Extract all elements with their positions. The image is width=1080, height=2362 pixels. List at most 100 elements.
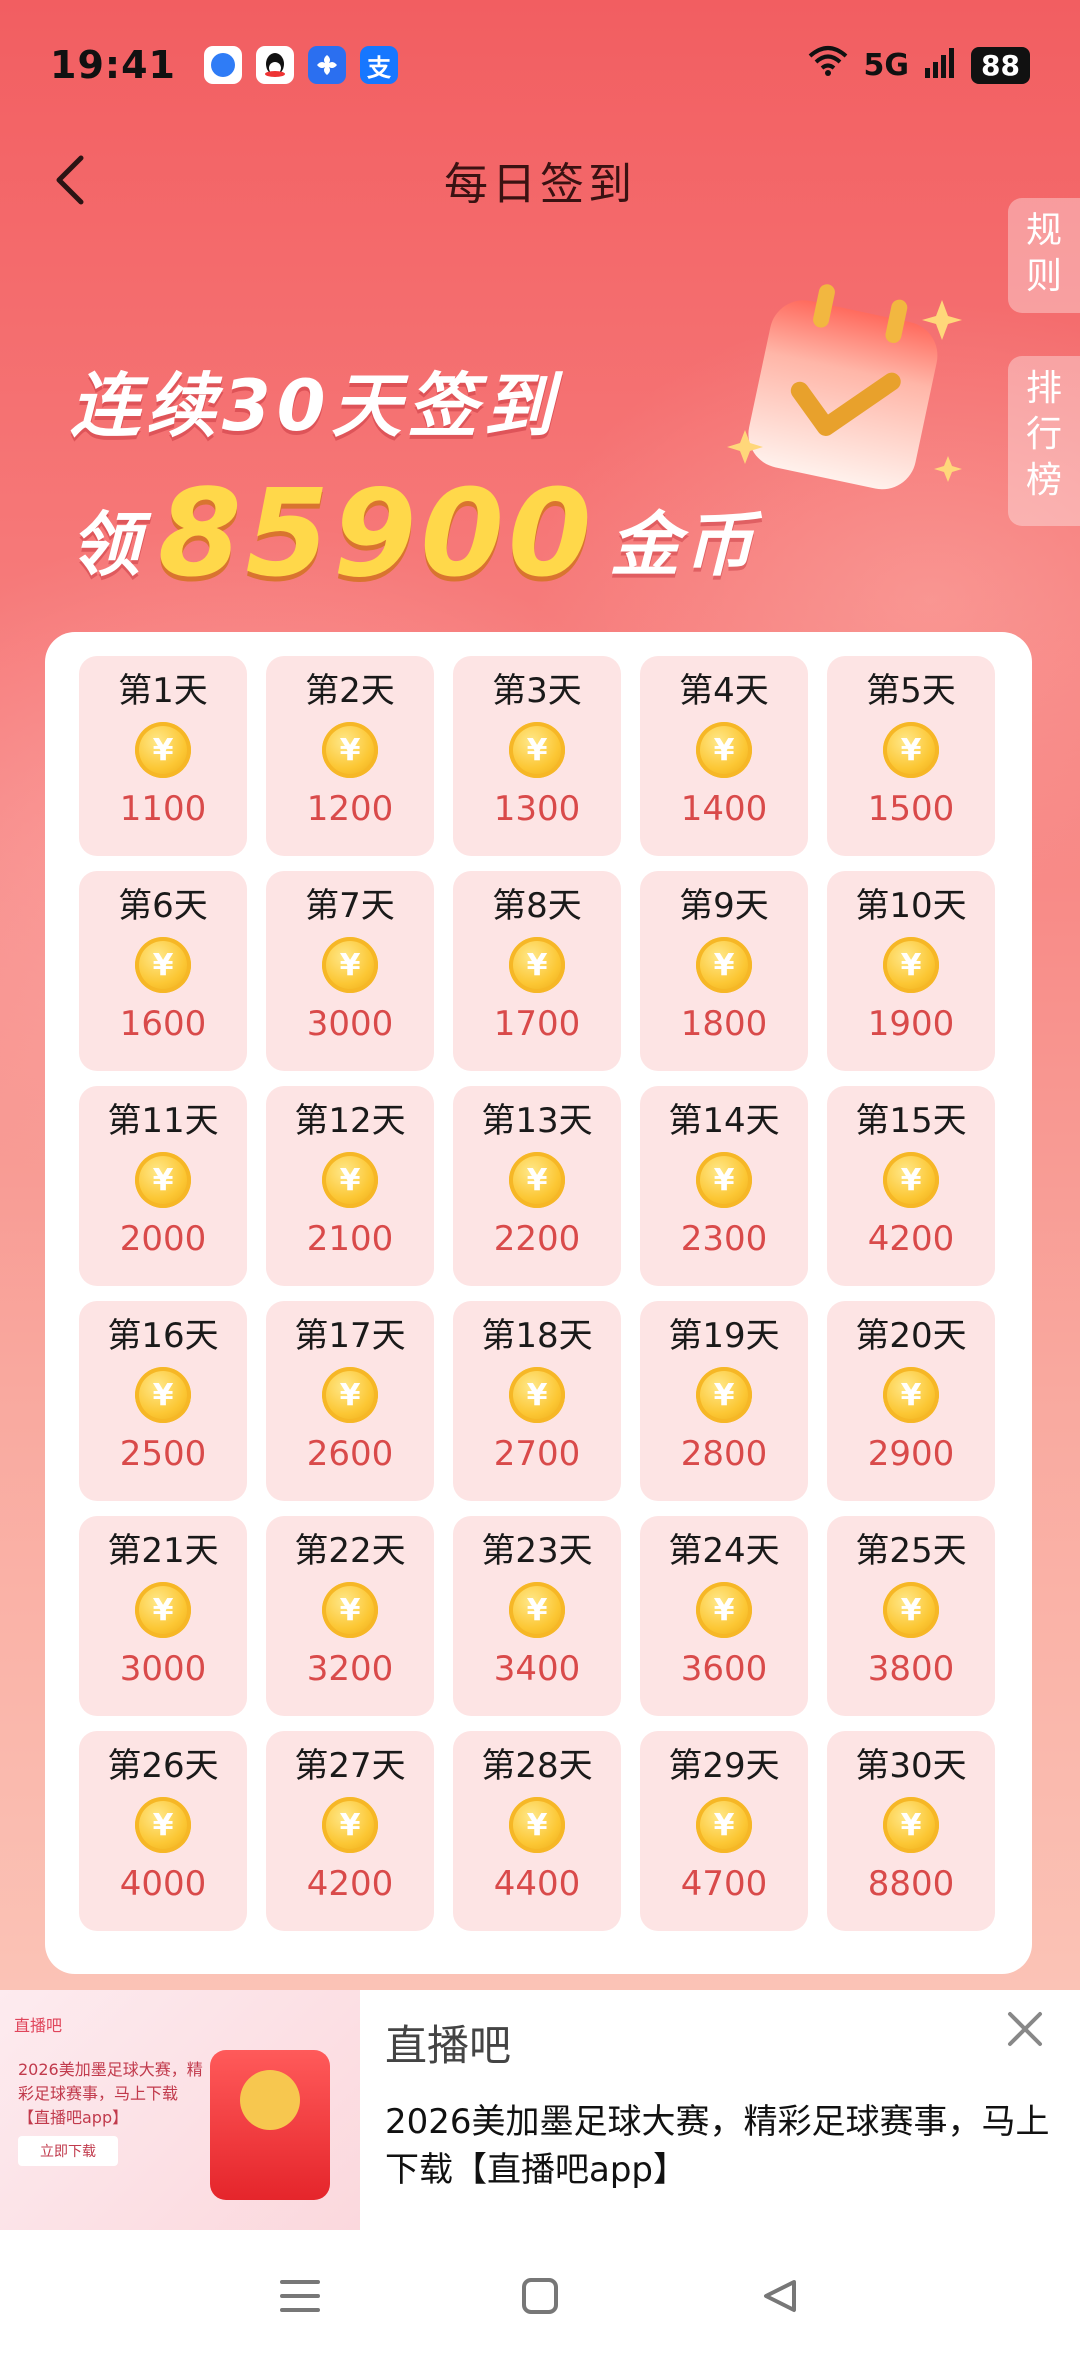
- calendar-check-icon: [727, 284, 962, 490]
- day-cell[interactable]: 第26天 ¥4000: [79, 1731, 247, 1931]
- day-label: 第3天: [492, 671, 582, 711]
- day-label: 第18天: [481, 1316, 593, 1356]
- ad-banner[interactable]: 直播吧 2026美加墨足球大赛，精彩足球赛事，马上下载【直播吧app】 立即下载…: [0, 1990, 1080, 2230]
- ranking-tab[interactable]: 排 行 榜: [1008, 356, 1080, 526]
- rules-tab-label: 规 则: [1025, 210, 1062, 297]
- day-cell[interactable]: 第24天 ¥3600: [640, 1516, 808, 1716]
- signal-icon: [923, 46, 957, 84]
- day-label: 第22天: [294, 1531, 406, 1571]
- menu-icon: [280, 2280, 320, 2312]
- banner-reward: 领 85900 金币: [70, 475, 757, 595]
- day-reward-amount: 2100: [306, 1219, 394, 1259]
- ad-title: 直播吧: [385, 2021, 512, 2070]
- day-reward-amount: 2700: [493, 1434, 581, 1474]
- day-cell[interactable]: 第18天 ¥2700: [453, 1301, 621, 1501]
- day-label: 第30天: [855, 1746, 967, 1786]
- day-label: 第29天: [668, 1746, 780, 1786]
- day-label: 第25天: [855, 1531, 967, 1571]
- day-label: 第13天: [481, 1101, 593, 1141]
- day-reward-amount: 4000: [119, 1864, 207, 1904]
- day-cell[interactable]: 第3天 ¥1300: [453, 656, 621, 856]
- day-cell[interactable]: 第11天 ¥2000: [79, 1086, 247, 1286]
- day-cell[interactable]: 第6天 ¥1600: [79, 871, 247, 1071]
- gold-coin-icon: ¥: [322, 1367, 378, 1423]
- day-cell[interactable]: 第5天 ¥1500: [827, 656, 995, 856]
- day-label: 第14天: [668, 1101, 780, 1141]
- day-cell[interactable]: 第1天 ¥1100: [79, 656, 247, 856]
- ad-thumb-text: 2026美加墨足球大赛，精彩足球赛事，马上下载【直播吧app】: [18, 2060, 203, 2127]
- gold-coin-icon: ¥: [509, 722, 565, 778]
- day-label: 第6天: [118, 886, 208, 926]
- day-cell[interactable]: 第10天 ¥1900: [827, 871, 995, 1071]
- day-cell[interactable]: 第15天 ¥4200: [827, 1086, 995, 1286]
- day-cell[interactable]: 第12天 ¥2100: [266, 1086, 434, 1286]
- network-type: 5G: [863, 47, 910, 83]
- gold-coin-icon: ¥: [883, 937, 939, 993]
- ad-thumb-logo: 直播吧: [14, 2016, 63, 2035]
- day-cell[interactable]: 第16天 ¥2500: [79, 1301, 247, 1501]
- gold-coin-icon: ¥: [883, 722, 939, 778]
- check-in-calendar: 第1天 ¥1100 第2天 ¥1200 第3天 ¥1300 第4天 ¥1400 第5天 ¥1500…: [45, 632, 1032, 1974]
- day-cell[interactable]: 第8天 ¥1700: [453, 871, 621, 1071]
- day-cell[interactable]: 第28天 ¥4400: [453, 1731, 621, 1931]
- gold-coin-icon: ¥: [696, 1152, 752, 1208]
- day-reward-amount: 1200: [306, 789, 394, 829]
- gold-coin-icon: ¥: [135, 1582, 191, 1638]
- day-cell[interactable]: 第14天 ¥2300: [640, 1086, 808, 1286]
- day-reward-amount: 4700: [680, 1864, 768, 1904]
- rules-tab[interactable]: 规 则: [1008, 198, 1080, 313]
- banner-headline: 连续30天签到: [70, 365, 560, 447]
- day-cell[interactable]: 第27天 ¥4200: [266, 1731, 434, 1931]
- notification-icons: 支: [203, 46, 398, 84]
- day-cell[interactable]: 第23天 ¥3400: [453, 1516, 621, 1716]
- day-cell[interactable]: 第7天 ¥3000: [266, 871, 434, 1071]
- day-reward-amount: 1800: [680, 1004, 768, 1044]
- back-button[interactable]: [40, 150, 100, 210]
- home-nav-button[interactable]: [510, 2266, 570, 2326]
- day-cell[interactable]: 第21天 ¥3000: [79, 1516, 247, 1716]
- day-reward-amount: 2200: [493, 1219, 581, 1259]
- ad-thumbnail[interactable]: 直播吧 2026美加墨足球大赛，精彩足球赛事，马上下载【直播吧app】 立即下载: [0, 1990, 360, 2230]
- ad-download-button[interactable]: 立即下载: [18, 2136, 118, 2166]
- day-cell[interactable]: 第20天 ¥2900: [827, 1301, 995, 1501]
- gold-coin-icon: ¥: [509, 1797, 565, 1853]
- ad-close-button[interactable]: [1000, 2004, 1050, 2054]
- day-reward-amount: 2500: [119, 1434, 207, 1474]
- gold-coin-icon: ¥: [322, 722, 378, 778]
- day-label: 第9天: [679, 886, 769, 926]
- day-cell[interactable]: 第30天 ¥8800: [827, 1731, 995, 1931]
- day-reward-amount: 1500: [867, 789, 955, 829]
- day-cell[interactable]: 第22天 ¥3200: [266, 1516, 434, 1716]
- day-reward-amount: 1300: [493, 789, 581, 829]
- gold-coin-icon: ¥: [696, 1582, 752, 1638]
- day-reward-amount: 2000: [119, 1219, 207, 1259]
- day-cell[interactable]: 第25天 ¥3800: [827, 1516, 995, 1716]
- status-bar: 19:41 支 5G 88: [0, 0, 1080, 130]
- gold-coin-icon: ¥: [509, 1582, 565, 1638]
- day-reward-amount: 4200: [867, 1219, 955, 1259]
- day-cell[interactable]: 第2天 ¥1200: [266, 656, 434, 856]
- day-cell[interactable]: 第19天 ¥2800: [640, 1301, 808, 1501]
- back-nav-button[interactable]: [750, 2266, 810, 2326]
- chevron-left-icon: [56, 155, 84, 205]
- menu-nav-button[interactable]: [270, 2266, 330, 2326]
- day-reward-amount: 8800: [867, 1864, 955, 1904]
- day-reward-amount: 1600: [119, 1004, 207, 1044]
- day-reward-amount: 2800: [680, 1434, 768, 1474]
- day-cell[interactable]: 第29天 ¥4700: [640, 1731, 808, 1931]
- gold-coin-icon: ¥: [322, 1797, 378, 1853]
- day-cell[interactable]: 第9天 ¥1800: [640, 871, 808, 1071]
- gold-coin-icon: ¥: [883, 1797, 939, 1853]
- day-reward-amount: 1100: [119, 789, 207, 829]
- banner-reward-prefix: 领: [70, 504, 144, 586]
- day-cell[interactable]: 第17天 ¥2600: [266, 1301, 434, 1501]
- gold-coin-icon: ¥: [509, 1367, 565, 1423]
- day-label: 第5天: [866, 671, 956, 711]
- day-label: 第1天: [118, 671, 208, 711]
- gold-coin-icon: ¥: [135, 722, 191, 778]
- day-cell[interactable]: 第13天 ¥2200: [453, 1086, 621, 1286]
- day-cell[interactable]: 第4天 ¥1400: [640, 656, 808, 856]
- day-label: 第28天: [481, 1746, 593, 1786]
- day-label: 第2天: [305, 671, 395, 711]
- day-reward-amount: 3000: [119, 1649, 207, 1689]
